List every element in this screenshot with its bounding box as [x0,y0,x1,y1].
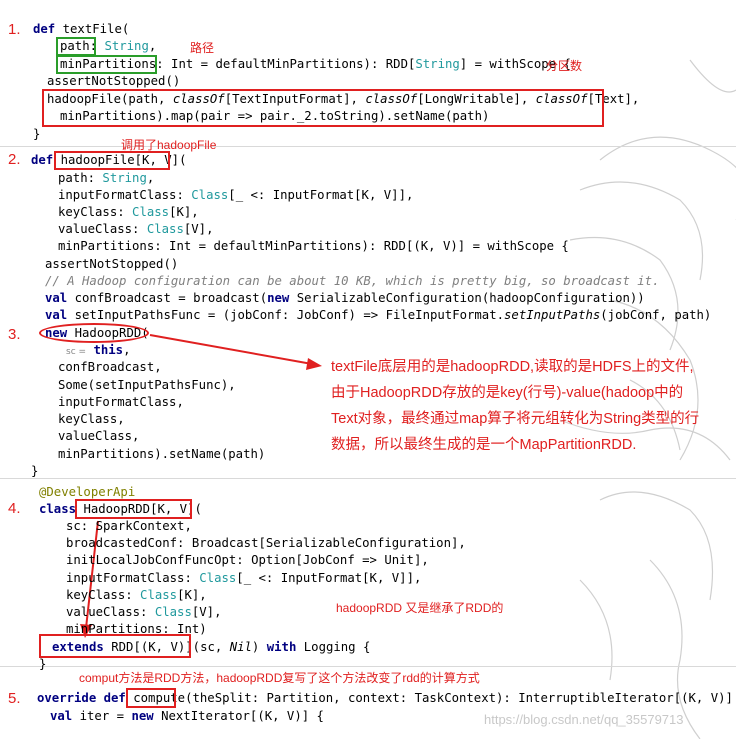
code-line: assertNotStopped() [47,74,181,88]
code-line: minPartitions: Int = defaultMinPartition… [58,239,569,253]
hadooprdd-class-highlight [75,499,192,519]
code-line: minPartitions).setName(path) [58,447,266,461]
code-line: confBroadcast, [58,360,162,374]
code-line: Some(setInputPathsFunc), [58,378,236,392]
code-line: initLocalJobConfFuncOpt: Option[JobConf … [66,553,429,567]
code-line: inputFormatClass: Class[_ <: InputFormat… [66,571,422,585]
code-line: } [33,127,41,141]
code-comment: // A Hadoop configuration can be about 1… [45,274,660,288]
code-line: assertNotStopped() [45,257,179,271]
hadoopfile-call-highlight [42,89,604,127]
code-line: inputFormatClass: Class[_ <: InputFormat… [58,188,414,202]
min-partitions-highlight [56,55,157,74]
code-line: val confBroadcast = broadcast(new Serial… [45,291,645,305]
path-highlight [56,37,96,56]
compute-note: comput方法是RDD方法，hadoopRDD复写了这个方法改变了rdd的计算… [79,671,480,685]
code-line: keyClass: Class[K], [66,588,207,602]
path-note: 路径 [190,41,215,55]
code-line: } [31,464,39,478]
explanation-note: textFile底层用的是hadoopRDD,读取的是HDFS上的文件, 由于H… [331,359,700,453]
code-line: def textFile( [33,22,130,36]
code-line: } [39,657,47,671]
code-line: keyClass, [58,412,125,426]
code-line: sc: SparkContext, [66,519,192,533]
step-number: 3. [8,326,21,343]
code-line: valueClass: Class[V], [58,222,214,236]
code-line: path: String, [58,171,155,185]
code-line: val iter = new NextIterator[(K, V)] { [50,709,324,723]
extends-rdd-highlight [39,634,191,658]
section-divider [0,146,736,147]
step-number: 2. [8,151,21,168]
code-line: inputFormatClass, [58,395,184,409]
step-number: 4. [8,500,21,517]
new-hadooprdd-highlight [39,323,149,343]
section-divider [0,666,736,667]
code-line: broadcastedConf: Broadcast[SerializableC… [66,536,466,550]
step-number: 1. [8,21,21,38]
section-divider [0,478,736,479]
hadoopfile-signature-highlight [54,151,170,170]
compute-highlight [126,688,176,708]
code-line: valueClass, [58,429,140,443]
watermark: https://blog.csdn.net/qq_35579713 [484,712,684,727]
code-line: keyClass: Class[K], [58,205,199,219]
code-line: val setInputPathsFunc = (jobConf: JobCon… [45,308,712,322]
inherits-note: hadoopRDD 又是继承了RDD的 [336,601,504,615]
partition-note: 分区数 [546,59,583,73]
code-line: valueClass: Class[V], [66,605,222,619]
step-number: 5. [8,690,21,707]
